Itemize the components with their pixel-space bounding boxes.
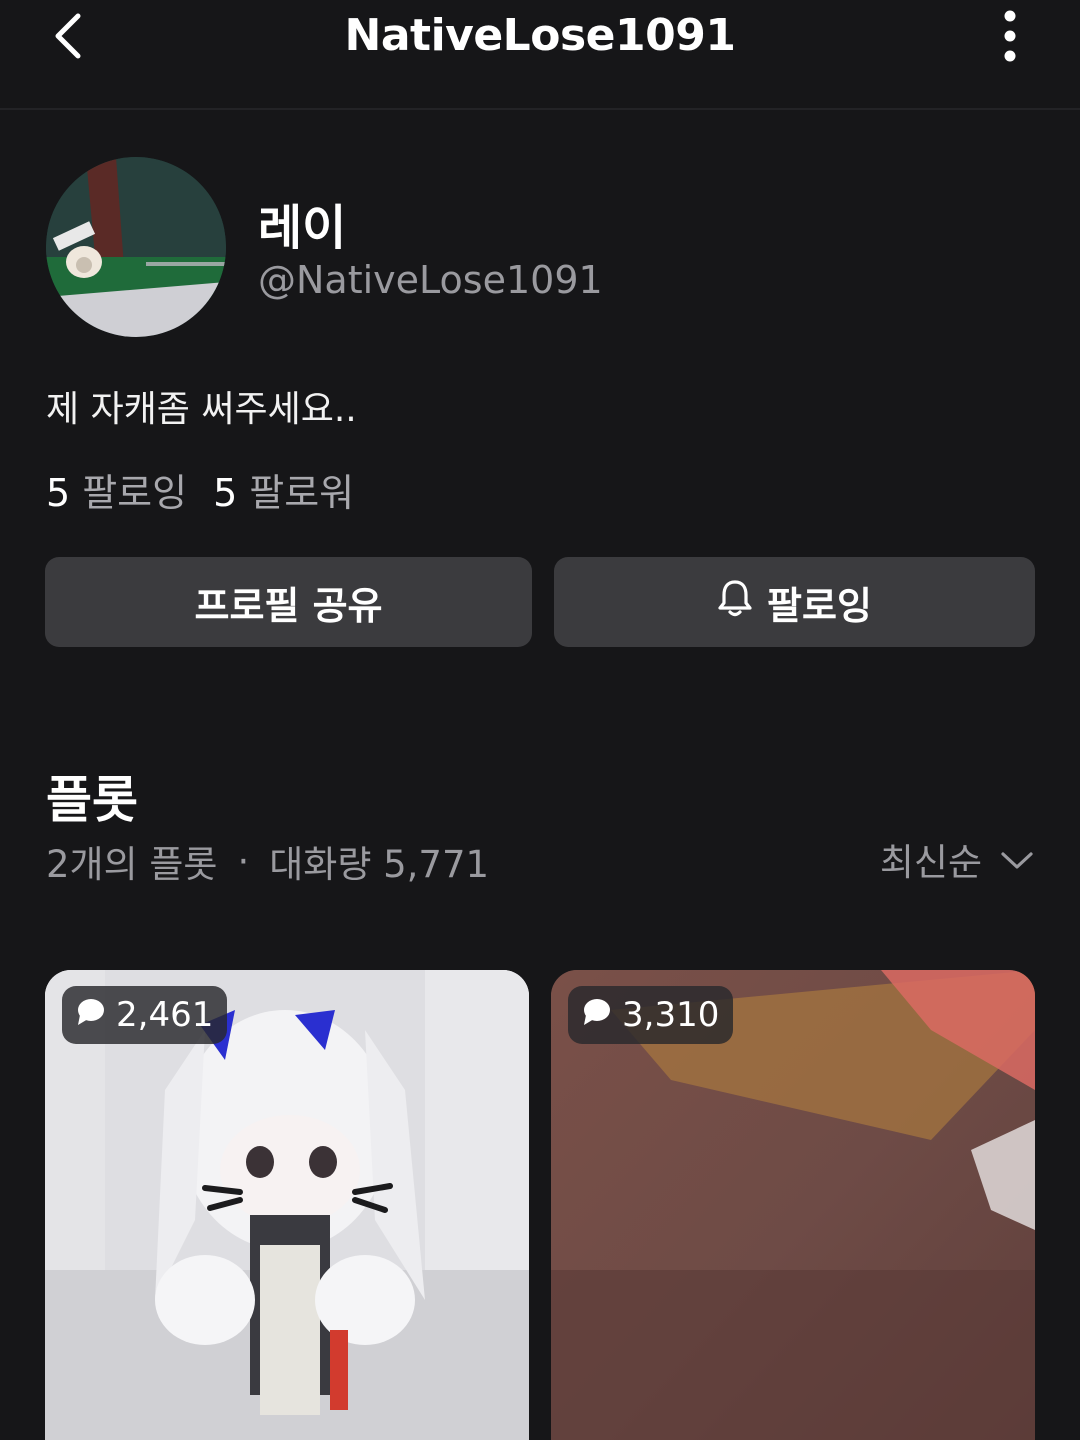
chat-bubble-icon	[76, 995, 106, 1035]
chat-count-badge: 3,310	[568, 986, 734, 1044]
avatar[interactable]	[46, 157, 226, 337]
chat-count: 2,461	[116, 995, 214, 1035]
profile-screen: NativeLose1091 레이 @NativeLose1091 제 자캐좀 …	[0, 0, 1080, 1440]
page-title: NativeLose1091	[344, 10, 736, 61]
plot-card[interactable]: 3,310	[551, 970, 1035, 1440]
share-profile-button[interactable]: 프로필 공유	[45, 557, 532, 647]
plot-count: 2개의 플롯	[46, 843, 218, 886]
plots-meta: 2개의 플롯 · 대화량 5,771	[46, 834, 489, 888]
more-options-button[interactable]	[978, 6, 1042, 70]
profile-bio: 제 자캐좀 써주세요..	[46, 389, 357, 430]
plots-section-title: 플롯	[46, 771, 138, 829]
following-button[interactable]: 팔로잉	[554, 557, 1035, 647]
chat-count: 3,310	[622, 995, 720, 1035]
sort-dropdown[interactable]: 최신순	[880, 832, 1034, 886]
chevron-left-icon	[48, 8, 88, 68]
top-bar: NativeLose1091	[0, 0, 1080, 110]
followers-stat[interactable]: 5 팔로워	[213, 462, 354, 517]
chevron-down-icon	[1000, 838, 1034, 881]
following-stat[interactable]: 5 팔로잉	[46, 462, 187, 517]
chat-bubble-icon	[582, 995, 612, 1035]
followers-label: 팔로워	[249, 471, 355, 515]
follow-stats: 5 팔로잉 5 팔로워	[46, 462, 354, 517]
meta-separator: ·	[237, 839, 250, 883]
more-vertical-icon	[1000, 6, 1020, 70]
following-button-label: 팔로잉	[767, 583, 872, 628]
bell-icon	[717, 578, 753, 627]
conversation-volume: 대화량 5,771	[269, 843, 490, 886]
display-name: 레이	[258, 200, 347, 256]
back-button[interactable]	[36, 6, 100, 70]
username-handle: @NativeLose1091	[258, 258, 603, 302]
following-count: 5	[46, 471, 71, 515]
followers-count: 5	[213, 471, 238, 515]
chat-count-badge: 2,461	[62, 986, 228, 1044]
sort-label: 최신순	[879, 841, 982, 884]
following-label: 팔로잉	[82, 471, 188, 515]
share-profile-label: 프로필 공유	[194, 583, 383, 628]
plot-card[interactable]: 2,461	[45, 970, 529, 1440]
